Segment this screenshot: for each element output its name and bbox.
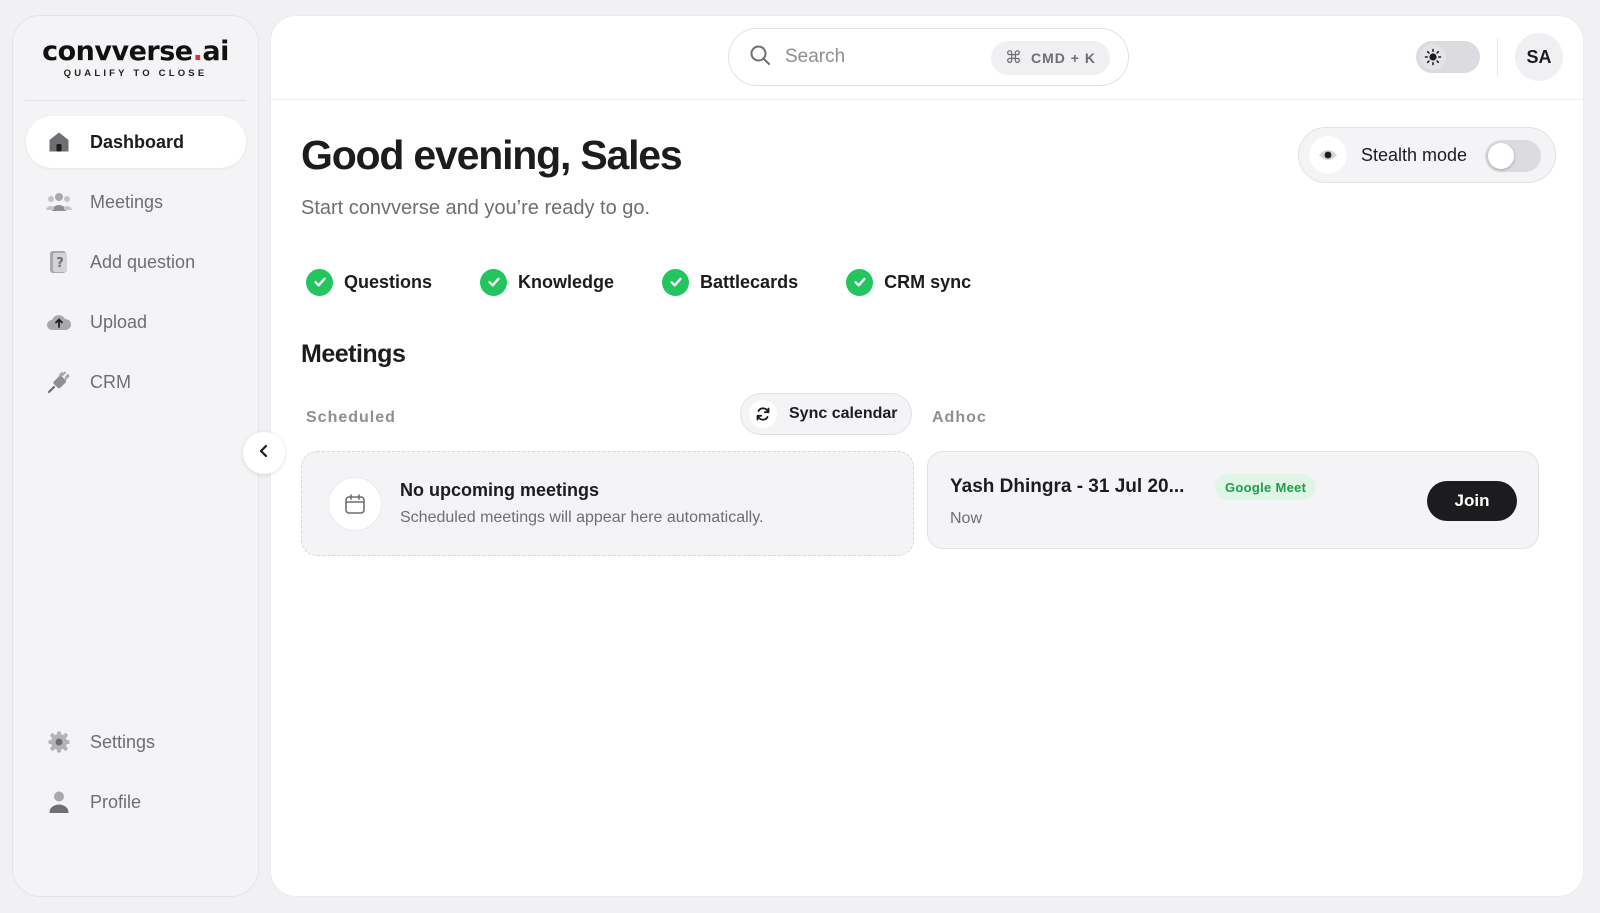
sidebar-item-profile[interactable]: Profile (26, 776, 246, 828)
gear-icon (46, 729, 72, 755)
theme-toggle[interactable] (1416, 41, 1480, 73)
sidebar-item-crm[interactable]: CRM (26, 356, 246, 408)
calendar-icon (328, 476, 382, 531)
home-icon (46, 129, 72, 155)
collapse-sidebar-button[interactable] (243, 432, 285, 474)
empty-state-description: Scheduled meetings will appear here auto… (400, 509, 764, 526)
eye-icon (1309, 136, 1347, 174)
refresh-icon (749, 400, 777, 428)
chevron-left-icon (257, 444, 271, 463)
scheduled-label: Scheduled (306, 409, 396, 426)
checklist-item-questions: Questions (306, 268, 432, 296)
check-icon (846, 268, 874, 296)
svg-text:?: ? (56, 256, 64, 271)
meeting-card[interactable]: Yash Dhingra - 31 Jul 20... Google Meet … (927, 451, 1539, 549)
question-doc-icon: ? (46, 249, 72, 275)
sidebar-item-settings[interactable]: Settings (26, 716, 246, 768)
sidebar-item-meetings[interactable]: Meetings (26, 176, 246, 228)
sidebar: convverse.ai QUALIFY TO CLOSE Dashboard … (12, 15, 259, 897)
stealth-mode-control: Stealth mode (1298, 127, 1556, 183)
sun-icon (1420, 44, 1446, 70)
sidebar-item-upload[interactable]: Upload (26, 296, 246, 348)
meetings-section-title: Meetings (301, 340, 406, 368)
keyboard-shortcut-badge: ⌘ CMD + K (991, 41, 1110, 75)
check-icon (662, 268, 690, 296)
logo-tagline: QUALIFY TO CLOSE (63, 68, 208, 79)
stealth-mode-toggle[interactable] (1485, 140, 1541, 172)
avatar[interactable]: SA (1515, 33, 1563, 81)
toggle-knob (1488, 143, 1514, 169)
check-icon (306, 268, 333, 296)
page-subtitle: Start convverse and you’re ready to go. (301, 197, 651, 219)
logo[interactable]: convverse.ai QUALIFY TO CLOSE (13, 36, 258, 79)
person-icon (46, 789, 72, 815)
stealth-mode-label: Stealth mode (1361, 144, 1468, 165)
search-icon (749, 44, 771, 71)
empty-state-title: No upcoming meetings (400, 480, 600, 500)
platform-badge: Google Meet (1215, 474, 1317, 500)
divider (1497, 38, 1498, 76)
meeting-title: Yash Dhingra - 31 Jul 20... (950, 476, 1185, 497)
sidebar-item-add-question[interactable]: ? Add question (26, 236, 246, 288)
page-title: Good evening, Sales (301, 132, 683, 178)
people-icon (46, 189, 72, 215)
sidebar-item-dashboard[interactable]: Dashboard (26, 116, 246, 168)
search-placeholder: Search (785, 46, 846, 67)
main-panel: Search ⌘ CMD + K SA Good evening, Sales S… (270, 15, 1584, 897)
check-icon (480, 268, 508, 296)
checklist-item-knowledge: Knowledge (480, 268, 614, 296)
adhoc-label: Adhoc (932, 409, 987, 426)
command-key-icon: ⌘ (1005, 48, 1024, 67)
plug-icon (46, 369, 72, 395)
checklist-item-crm-sync: CRM sync (846, 268, 971, 296)
meeting-time: Now (950, 510, 983, 527)
checklist-item-battlecards: Battlecards (662, 268, 798, 296)
no-meetings-card: No upcoming meetings Scheduled meetings … (301, 451, 914, 556)
setup-checklist: Questions Knowledge Battlecards CRM sync (306, 268, 1019, 296)
divider (25, 100, 246, 101)
topbar: Search ⌘ CMD + K SA (271, 16, 1583, 100)
cloud-upload-icon (46, 309, 72, 335)
sync-calendar-button[interactable]: Sync calendar (740, 393, 912, 435)
search-input[interactable]: Search ⌘ CMD + K (728, 28, 1129, 86)
join-button[interactable]: Join (1427, 481, 1517, 521)
